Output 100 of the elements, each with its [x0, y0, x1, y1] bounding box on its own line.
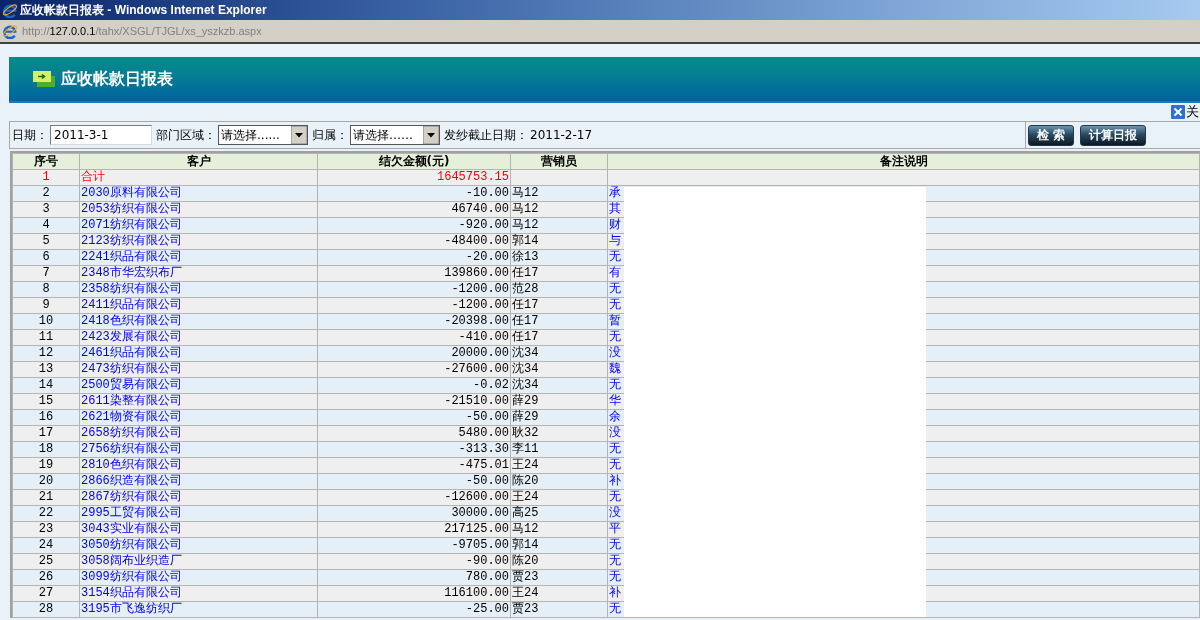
browser-icon	[2, 2, 18, 18]
amount-value: 46740.00	[451, 202, 509, 216]
row-number: 4	[42, 218, 50, 232]
remark-link[interactable]: 平	[609, 522, 621, 536]
filter-value: 2011-2-17	[530, 128, 593, 142]
salesperson-name: 任17	[512, 266, 539, 280]
remark-link[interactable]: 财	[609, 218, 621, 232]
remark-link[interactable]: 无	[609, 282, 621, 296]
window-title: 应收帐款日报表 - Windows Internet Explorer	[20, 1, 267, 19]
salesperson-name: 沈34	[512, 362, 539, 376]
remark-link[interactable]: 余	[609, 410, 621, 424]
salesperson-name: 范28	[512, 282, 539, 296]
remark-link[interactable]: 没	[609, 506, 621, 520]
row-number: 28	[38, 602, 54, 616]
salesperson-name: 王24	[512, 458, 539, 472]
remark-link[interactable]: 有	[609, 266, 621, 280]
salesperson-name: 徐13	[512, 250, 539, 264]
salesperson-name: 高25	[512, 506, 539, 520]
search-button[interactable]: 检 索	[1027, 124, 1074, 146]
salesperson-name: 马12	[512, 186, 539, 200]
amount-value: 5480.00	[458, 426, 509, 440]
remark-link[interactable]: 补	[609, 586, 621, 600]
filter-label: 发纱截止日期：	[444, 126, 528, 144]
row-number: 27	[38, 586, 54, 600]
amount-value: -50.00	[465, 474, 509, 488]
amount-value: -25.00	[465, 602, 509, 616]
amount-value: 217125.00	[444, 522, 509, 536]
row-number: 6	[42, 250, 50, 264]
close-link[interactable]: 关	[1171, 103, 1199, 121]
salesperson-name: 薛29	[512, 410, 539, 424]
amount-value: 780.00	[465, 570, 509, 584]
remark-link[interactable]: 无	[609, 602, 621, 616]
remark-link[interactable]: 无	[609, 458, 621, 472]
amount-value: 116100.00	[444, 586, 509, 600]
salesperson-name: 郭14	[512, 538, 539, 552]
remark-link[interactable]: 其	[609, 202, 621, 216]
dropdown-select[interactable]: 请选择......	[218, 125, 308, 145]
browser-icon	[2, 23, 18, 39]
amount-value: -20.00	[465, 250, 509, 264]
amount-value: 20000.00	[451, 346, 509, 360]
row-number: 12	[38, 346, 54, 360]
amount-value: -20398.00	[444, 314, 509, 328]
url-text[interactable]: http://127.0.0.1/tahx/XSGL/TJGL/xs_yszkzb.aspx	[22, 25, 262, 37]
remark-link[interactable]: 与	[609, 234, 621, 248]
salesperson-name: 任17	[512, 314, 539, 328]
salesperson-name: 贾23	[512, 570, 539, 584]
row-number: 15	[38, 394, 54, 408]
amount-value: -1200.00	[451, 282, 509, 296]
remark-link[interactable]: 无	[609, 330, 621, 344]
remark-link[interactable]: 无	[609, 538, 621, 552]
close-icon	[1171, 105, 1185, 119]
row-number: 18	[38, 442, 54, 456]
row-number: 16	[38, 410, 54, 424]
salesperson-name: 陈20	[512, 474, 539, 488]
amount-value: -90.00	[465, 554, 509, 568]
amount-value: -48400.00	[444, 234, 509, 248]
row-number: 21	[38, 490, 54, 504]
remark-link[interactable]: 无	[609, 490, 621, 504]
remark-link[interactable]: 承	[609, 186, 621, 200]
text-input[interactable]: 2011-3-1	[50, 125, 152, 145]
salesperson-name: 任17	[512, 330, 539, 344]
remark-link[interactable]: 无	[609, 298, 621, 312]
dropdown-arrow-icon	[423, 126, 439, 144]
amount-value: -475.01	[458, 458, 509, 472]
row-number: 11	[38, 330, 54, 344]
salesperson-name: 沈34	[512, 346, 539, 360]
row-number: 5	[42, 234, 50, 248]
amount-value: -920.00	[458, 218, 509, 232]
dropdown-select[interactable]: 请选择……	[350, 125, 440, 145]
remark-link[interactable]: 无	[609, 250, 621, 264]
amount-value: -1200.00	[451, 298, 509, 312]
row-number: 24	[38, 538, 54, 552]
amount-value: -10.00	[465, 186, 509, 200]
column-header: 备注说明	[607, 153, 1200, 170]
amount-value: -27600.00	[444, 362, 509, 376]
calculate-report-button[interactable]: 计算日报	[1080, 124, 1146, 146]
remark-link[interactable]: 没	[609, 346, 621, 360]
remark-link[interactable]: 无	[609, 378, 621, 392]
salesperson-name: 薛29	[512, 394, 539, 408]
amount-value: -0.02	[473, 378, 509, 392]
salesperson-name: 任17	[512, 298, 539, 312]
salesperson-name: 马12	[512, 202, 539, 216]
amount-value: -9705.00	[451, 538, 509, 552]
filter-label: 日期：	[12, 126, 48, 144]
row-number: 14	[38, 378, 54, 392]
amount-value: -410.00	[458, 330, 509, 344]
remark-link[interactable]: 无	[609, 554, 621, 568]
remark-link[interactable]: 魏	[609, 362, 621, 376]
remark-link[interactable]: 没	[609, 426, 621, 440]
remark-link[interactable]: 补	[609, 474, 621, 488]
filter-label: 部门区域：	[156, 126, 216, 144]
remark-link[interactable]: 无	[609, 442, 621, 456]
row-number: 25	[38, 554, 54, 568]
remark-link[interactable]: 无	[609, 570, 621, 584]
remark-link[interactable]: 华	[609, 394, 621, 408]
filter-label: 归属：	[312, 126, 348, 144]
remark-link[interactable]: 暂	[609, 314, 621, 328]
row-number: 19	[38, 458, 54, 472]
salesperson-name: 王24	[512, 490, 539, 504]
salesperson-name: 沈34	[512, 378, 539, 392]
